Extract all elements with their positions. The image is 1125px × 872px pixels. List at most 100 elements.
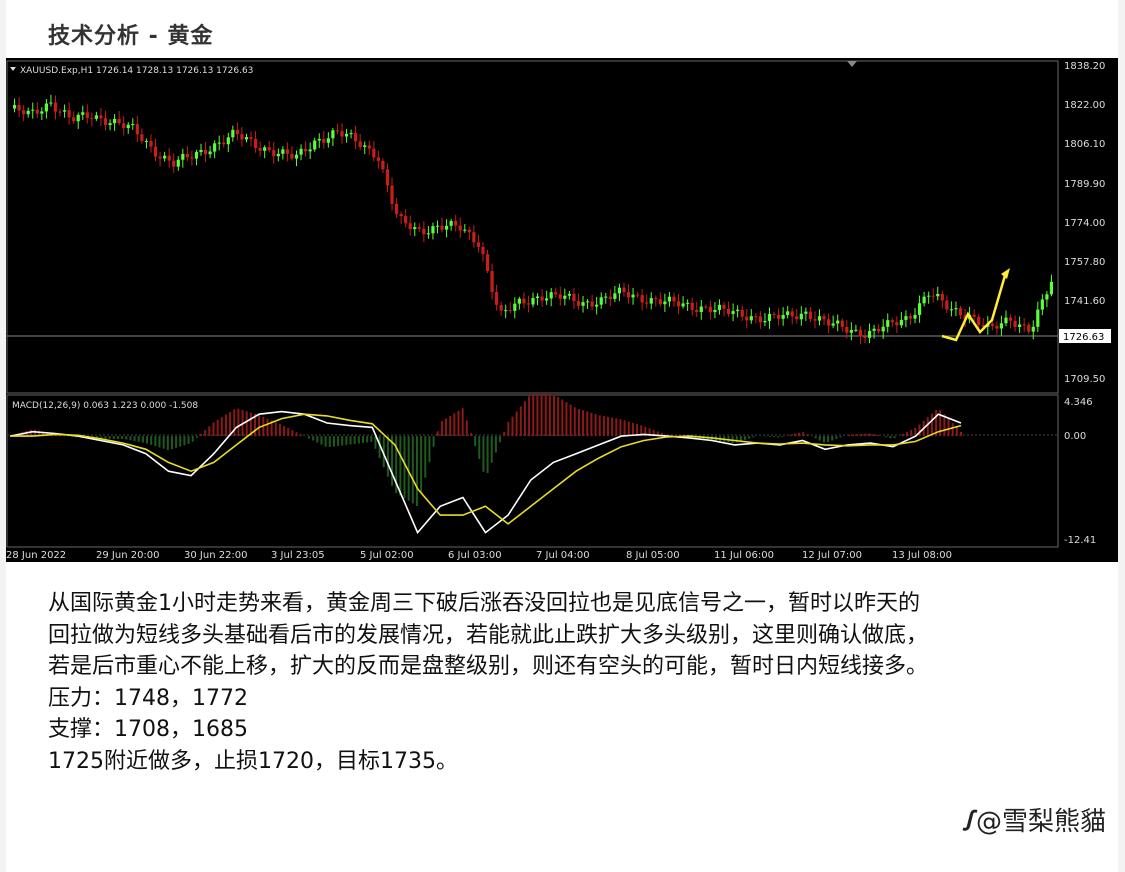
candle-body <box>758 316 762 323</box>
candle-body <box>463 229 467 231</box>
candle-body <box>313 140 317 150</box>
candle-body <box>44 103 48 112</box>
time-tick: 3 Jul 23:05 <box>271 550 325 561</box>
price-tick: 1822.00 <box>1064 100 1105 111</box>
candle-body <box>772 313 776 315</box>
candle-body <box>740 309 744 317</box>
candle-body <box>590 301 594 307</box>
watermark-text: @雪梨熊貓 <box>975 807 1106 837</box>
chart-header: XAUUSD.Exp,H1 1726.14 1728.13 1726.13 17… <box>20 66 253 76</box>
candle-body <box>954 308 958 310</box>
candle-body <box>458 225 462 231</box>
candle-body <box>899 319 903 326</box>
price-tick: 1741.60 <box>1064 296 1105 307</box>
candle-body <box>958 308 963 316</box>
candle-body <box>931 295 935 297</box>
candle-body <box>736 309 740 312</box>
candle-body <box>517 298 521 304</box>
candle-body <box>194 152 199 159</box>
candle-body <box>485 254 490 272</box>
forecast-arrow <box>941 268 1010 342</box>
candle-body <box>85 112 89 118</box>
macd-header: MACD(12,26,9) 0.063 1.223 0.000 -1.508 <box>12 401 198 411</box>
candle-body <box>390 185 394 204</box>
candle-body <box>185 153 189 158</box>
candle-body <box>749 316 753 321</box>
macd-tick: -12.41 <box>1064 535 1096 546</box>
signal-line <box>10 413 962 525</box>
candle-body <box>849 330 853 333</box>
candle-body <box>222 142 226 145</box>
candle-body <box>144 141 149 143</box>
candle-body <box>340 131 344 137</box>
candle-body <box>767 313 772 321</box>
candle-body <box>508 310 512 312</box>
candle-body <box>372 148 376 158</box>
analysis-line: 从国际黄金1小时走势来看，黄金周三下破后涨吞没回拉也是见底信号之一，暂时以昨天的 <box>48 591 920 616</box>
candle-body <box>863 336 867 338</box>
candle-body <box>649 298 653 304</box>
candle-body <box>617 287 622 294</box>
candle-body <box>917 303 922 315</box>
candle-body <box>235 129 239 135</box>
macd-tick: 4.346 <box>1064 397 1093 408</box>
candle-body <box>231 129 235 138</box>
candle-body <box>354 133 358 142</box>
candle-body <box>704 306 708 308</box>
candle-body <box>563 295 567 299</box>
candle-body <box>244 137 249 140</box>
snowball-logo-icon: ꭍ <box>962 807 972 837</box>
price-tick: 1757.80 <box>1064 257 1105 268</box>
candle-body <box>831 323 835 326</box>
candle-body <box>499 304 503 311</box>
candle-body <box>253 138 258 148</box>
candle-body <box>58 111 62 113</box>
candle-body <box>726 308 731 314</box>
candle-body <box>344 133 349 137</box>
candle-body <box>790 311 794 317</box>
candle-body <box>294 154 299 159</box>
candle-body <box>240 134 244 140</box>
candle-body <box>554 292 558 295</box>
candle-body <box>645 302 649 304</box>
price-tick: 1806.10 <box>1064 139 1105 150</box>
candle-body <box>872 328 876 331</box>
candle-body <box>299 148 303 155</box>
price-tick: 1709.50 <box>1064 374 1105 385</box>
candle-body <box>745 316 749 321</box>
candle-body <box>949 309 953 311</box>
candle-body <box>72 117 76 122</box>
candle-body <box>545 298 549 301</box>
price-tick: 1789.90 <box>1064 179 1105 190</box>
candle-body <box>367 145 371 149</box>
candle-body <box>49 102 53 104</box>
candle-body <box>131 124 135 126</box>
candle-body <box>667 296 672 302</box>
time-tick: 8 Jul 05:00 <box>626 550 680 561</box>
time-tick: 30 Jun 22:00 <box>184 550 248 561</box>
candle-body <box>408 223 412 230</box>
candle-body <box>836 320 840 324</box>
candle-body <box>153 146 158 157</box>
candle-body <box>404 216 408 224</box>
candle-body <box>385 169 390 186</box>
candle-body <box>681 303 685 307</box>
candle-body <box>81 112 85 115</box>
candle-body <box>76 114 80 122</box>
candle-body <box>522 298 526 304</box>
candle-body <box>62 110 67 112</box>
candle-body <box>572 293 576 302</box>
time-tick: 5 Jul 02:00 <box>360 550 414 561</box>
candle-body <box>113 118 117 124</box>
candle-body <box>176 159 180 167</box>
candle-body <box>444 225 449 230</box>
time-tick: 13 Jul 08:00 <box>892 550 952 561</box>
candle-body <box>936 293 940 297</box>
candle-body <box>35 109 39 114</box>
candle-body <box>990 323 994 326</box>
candle-body <box>822 316 826 320</box>
candle-body <box>786 311 790 315</box>
candle-body <box>640 295 644 303</box>
menu-triangle-icon <box>10 67 16 71</box>
candle-body <box>827 319 831 326</box>
